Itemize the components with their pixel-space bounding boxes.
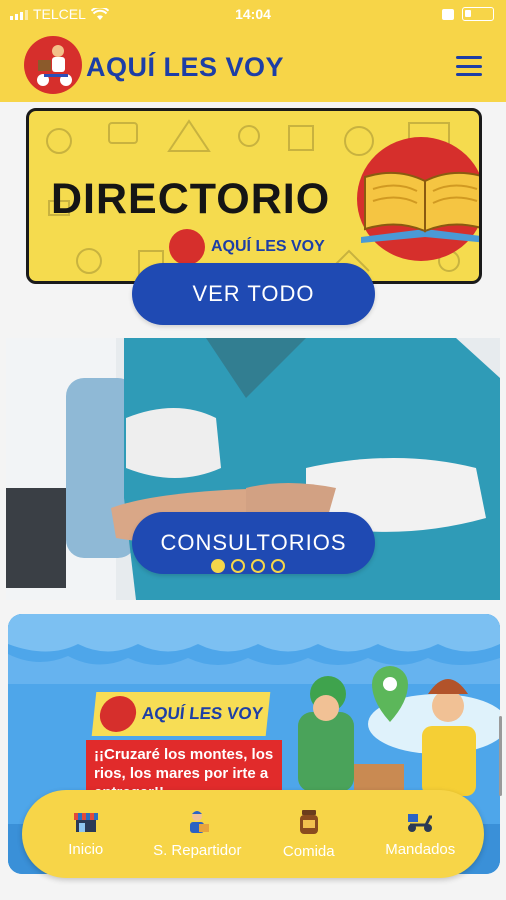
- nav-item-mandados[interactable]: Mandados: [365, 811, 475, 858]
- status-icons: [442, 7, 494, 21]
- ver-todo-button[interactable]: VER TODO: [132, 263, 375, 325]
- nav-label: Inicio: [68, 840, 104, 858]
- open-book-icon: [361, 171, 479, 243]
- carousel-dot[interactable]: [251, 559, 265, 573]
- carousel-dot[interactable]: [231, 559, 245, 573]
- directory-title: DIRECTORIO: [51, 175, 331, 223]
- delivery-man-icon: [37, 45, 72, 86]
- battery-icon: [462, 7, 494, 21]
- store-icon: [73, 812, 98, 832]
- nav-label: Mandados: [385, 840, 456, 858]
- hamburger-menu-icon[interactable]: [456, 56, 482, 76]
- nav-item-comida[interactable]: Comida: [254, 809, 364, 860]
- promo-logo-text: AQUÍ LES VOY: [141, 704, 264, 723]
- directory-brand-logo: AQUÍ LES VOY: [169, 229, 325, 265]
- directory-banner[interactable]: DIRECTORIO AQUÍ LES VOY: [26, 108, 482, 284]
- status-bar: TELCEL 14:04: [0, 0, 506, 30]
- nav-label: Comida: [282, 842, 335, 860]
- scooter-icon: [408, 813, 433, 832]
- carousel-indicators: [211, 559, 285, 573]
- app-header: AQUÍ LES VOY: [0, 30, 506, 102]
- nav-item-s-repartidor[interactable]: S. Repartidor: [142, 810, 252, 859]
- app-title: AQUÍ LES VOY: [86, 52, 285, 82]
- directory-logo-text: AQUÍ LES VOY: [211, 238, 325, 255]
- promo-brand-logo: AQUÍ LES VOY: [91, 692, 271, 736]
- mini-logo-icon: [98, 696, 138, 732]
- nav-label: S. Repartidor: [153, 841, 242, 859]
- carousel-dot[interactable]: [211, 559, 225, 573]
- nav-item-inicio[interactable]: Inicio: [31, 811, 141, 858]
- bottom-navigation: Inicio S. Repartidor Comida Mandados: [22, 790, 484, 878]
- food-jar-icon: [299, 809, 318, 834]
- delivery-person-icon: [190, 810, 210, 833]
- app-logo[interactable]: [24, 36, 82, 94]
- scrollbar[interactable]: [499, 716, 502, 796]
- mini-logo-icon: [169, 229, 205, 265]
- clock: 14:04: [235, 6, 271, 22]
- orientation-lock-icon: [442, 8, 454, 20]
- carousel-dot[interactable]: [271, 559, 285, 573]
